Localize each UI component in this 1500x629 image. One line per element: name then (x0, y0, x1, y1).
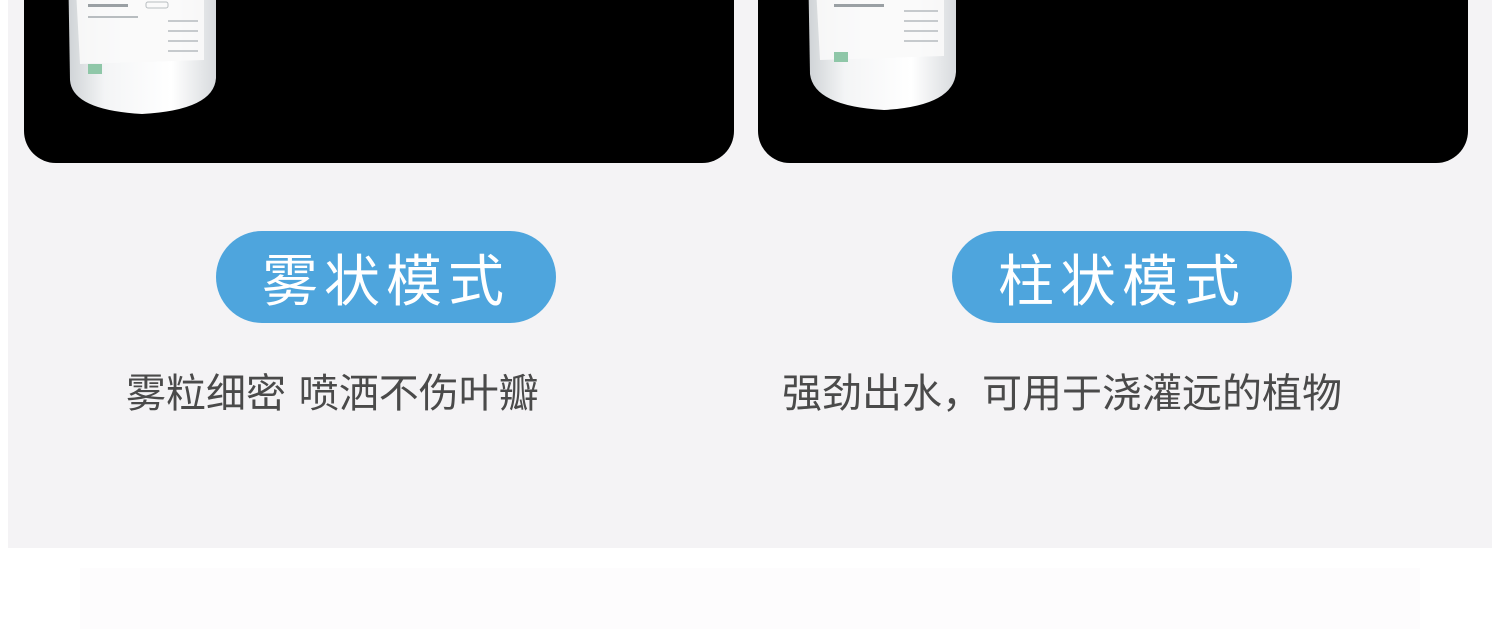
mode-card-jet: 柱状模式 强劲出水，可用于浇灌远的植物 (750, 0, 1492, 548)
bottom-card (80, 568, 1420, 629)
mode-description-mist: 雾粒细密 喷洒不伤叶瓣 (126, 371, 539, 417)
mode-title-jet: 柱状模式 (952, 231, 1292, 323)
mode-title-mist: 雾状模式 (216, 231, 556, 323)
mode-card-mist: 雾状模式 雾粒细密 喷洒不伤叶瓣 (8, 0, 750, 548)
bottle-image (808, 0, 956, 110)
product-photo-jet (758, 0, 1468, 163)
product-photo-mist (24, 0, 734, 163)
mode-description-jet: 强劲出水，可用于浇灌远的植物 (782, 371, 1342, 417)
page: 雾状模式 雾粒细密 喷洒不伤叶瓣 柱状模式 强劲出水，可用于浇灌远的植物 (0, 0, 1500, 629)
bottle-image (68, 0, 216, 114)
